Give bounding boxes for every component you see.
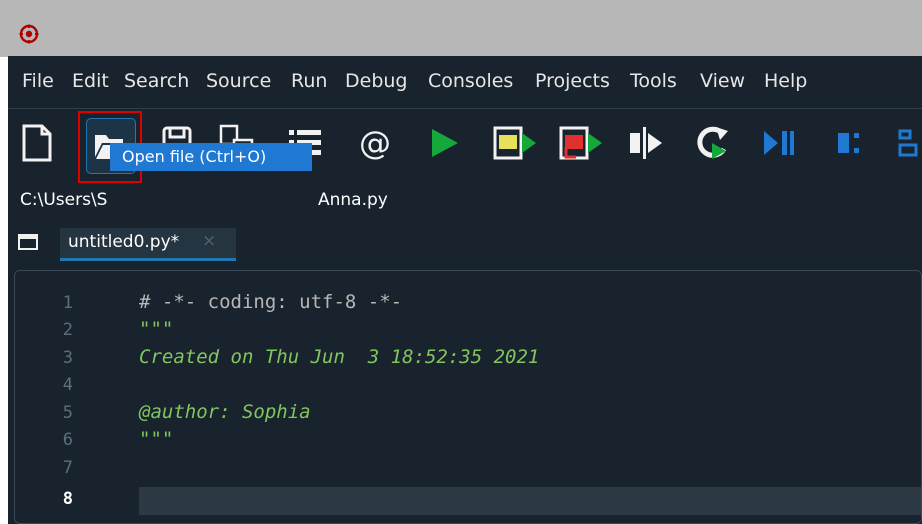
run-selection-icon[interactable] [626,123,666,163]
run-cell-advance-icon[interactable] [558,123,604,163]
menu-consoles[interactable]: Consoles [428,70,513,92]
line-number: 5 [62,403,73,423]
line-number: 4 [62,375,73,395]
code-line: """ [139,318,174,340]
editor-tab-bar: untitled0.py* × [8,225,922,261]
menu-view[interactable]: View [700,70,745,92]
menu-help[interactable]: Help [764,70,807,92]
path-text-right: Anna.py [318,190,388,210]
title-bar [0,0,922,57]
menu-file[interactable]: File [22,70,54,92]
file-path-bar: C:\Users\S Anna.py [8,189,922,219]
line-number: 2 [62,320,73,340]
run-cell-icon[interactable] [492,123,538,163]
debug-cell-icon[interactable] [834,123,868,163]
tab-label: untitled0.py* [68,232,180,252]
path-text-left: C:\Users\S [20,190,108,210]
code-line: Created on Thu Jun 3 18:52:35 2021 [139,346,540,368]
svg-text:@: @ [359,124,391,162]
menu-source[interactable]: Source [206,70,271,92]
code-line: """ [139,428,174,450]
code-line: # -*- coding: utf-8 -*- [139,291,403,313]
menu-debug[interactable]: Debug [345,70,407,92]
re-run-icon[interactable] [692,123,732,163]
code-area[interactable]: # -*- coding: utf-8 -*- """ Created on T… [131,271,921,523]
debug-icon[interactable] [760,123,796,163]
code-line: @author: Sophia [139,401,311,423]
at-icon[interactable]: @ [356,123,394,163]
main-window: File Edit Search Source Run Debug Consol… [8,56,922,524]
current-line-highlight [139,487,921,515]
line-number: 3 [62,348,73,368]
new-file-icon[interactable] [20,123,54,163]
menu-bar: File Edit Search Source Run Debug Consol… [8,56,922,108]
code-editor[interactable]: 1 2 3 4 5 6 7 8 # -*- coding: utf-8 -*- … [14,270,922,524]
menu-tools[interactable]: Tools [630,70,677,92]
menu-projects[interactable]: Projects [535,70,610,92]
line-number: 7 [62,458,73,478]
close-icon[interactable]: × [202,231,216,251]
menu-edit[interactable]: Edit [72,70,109,92]
open-file-tooltip: Open file (Ctrl+O) [110,143,312,171]
line-number: 6 [62,430,73,450]
line-number-gutter: 1 2 3 4 5 6 7 8 [15,271,131,523]
menu-run[interactable]: Run [291,70,327,92]
menu-search[interactable]: Search [124,70,189,92]
spyder-logo-icon [19,24,39,44]
line-number: 1 [62,293,73,313]
browse-tabs-icon[interactable] [18,234,38,250]
debug-step-icon[interactable] [896,123,922,163]
current-line-number: 8 [62,489,73,509]
tab-untitled0[interactable]: untitled0.py* × [60,228,236,261]
run-icon[interactable] [426,123,462,163]
